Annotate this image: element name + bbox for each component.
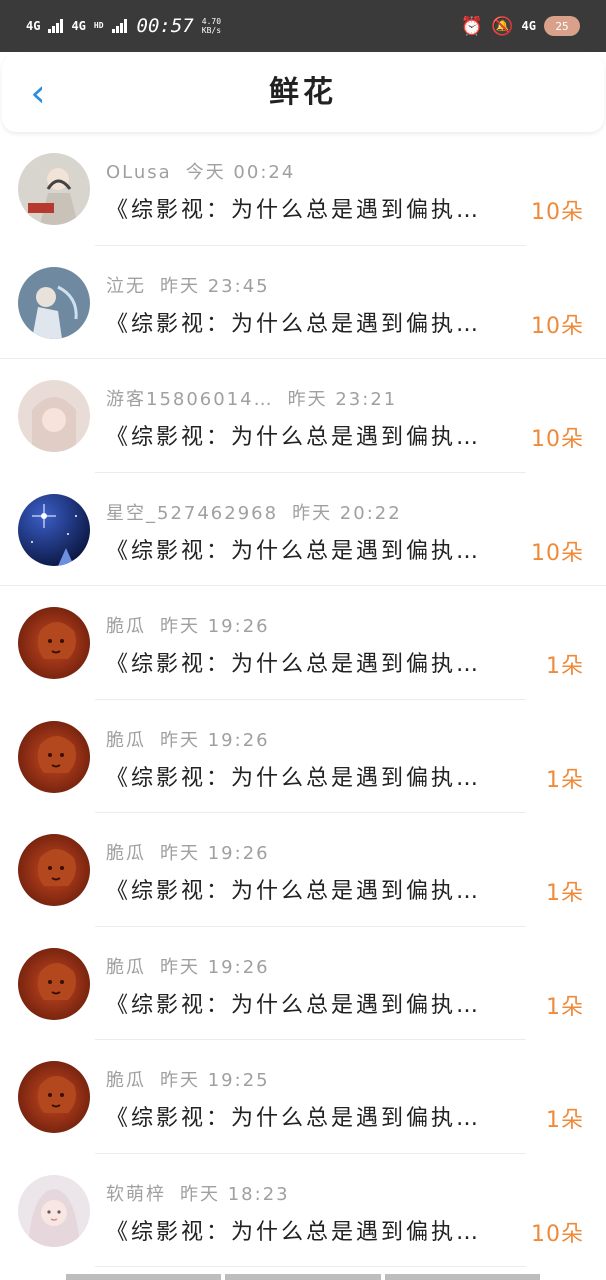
flower-count: 1朵 xyxy=(546,1108,584,1133)
sim1-network-label: 4G xyxy=(26,19,41,33)
flower-count: 10朵 xyxy=(531,427,584,452)
flower-count: 10朵 xyxy=(531,1221,584,1247)
avatar[interactable] xyxy=(18,947,90,1020)
send-time: 昨天 23:45 xyxy=(160,275,270,297)
flower-count: 1朵 xyxy=(546,767,584,793)
signal-strength-icon xyxy=(111,19,127,33)
sender-meta: 软萌梓 昨天 18:23 xyxy=(106,1180,290,1206)
flower-count: 1朵 xyxy=(546,654,584,679)
sender-name: 星空_527462968 xyxy=(106,502,279,524)
avatar[interactable] xyxy=(18,607,90,679)
list-item[interactable]: 脆瓜 昨天 19:26 《综影视：为什么总是遇到偏执… 1朵 xyxy=(0,927,606,1040)
book-title: 《综影视：为什么总是遇到偏执… xyxy=(106,879,482,904)
sender-name: 游客15806014… xyxy=(106,389,274,410)
avatar[interactable] xyxy=(18,1061,90,1133)
send-time: 昨天 19:26 xyxy=(160,616,270,637)
sender-meta: 脆瓜 昨天 19:26 xyxy=(106,612,270,638)
avatar[interactable] xyxy=(18,1174,90,1247)
send-time: 今天 00:24 xyxy=(185,162,296,183)
sender-name: OLusa xyxy=(106,162,172,183)
signal-strength-icon xyxy=(48,19,64,33)
send-time: 昨天 19:26 xyxy=(160,729,270,751)
sender-name: 脆瓜 xyxy=(106,729,146,751)
page-title: 鲜花 xyxy=(269,75,337,110)
send-time: 昨天 20:22 xyxy=(292,502,402,524)
book-title: 《综影视：为什么总是遇到偏执… xyxy=(106,652,482,677)
clock: 00:57 xyxy=(136,15,194,37)
sim2-network-label: 4G xyxy=(71,19,86,33)
book-title: 《综影视：为什么总是遇到偏执… xyxy=(106,1219,482,1245)
avatar[interactable] xyxy=(18,153,90,225)
send-time: 昨天 23:21 xyxy=(287,389,398,410)
list-item[interactable]: 星空_527462968 昨天 20:22 《综影视：为什么总是遇到偏执… 10朵 xyxy=(0,473,606,586)
book-title: 《综影视：为什么总是遇到偏执… xyxy=(106,765,482,791)
list-item[interactable]: 脆瓜 昨天 19:26 《综影视：为什么总是遇到偏执… 1朵 xyxy=(0,700,606,813)
avatar[interactable] xyxy=(18,266,90,339)
flower-count: 10朵 xyxy=(531,200,584,225)
battery-level: 25 xyxy=(555,19,569,33)
avatar[interactable] xyxy=(18,380,90,452)
send-time: 昨天 19:26 xyxy=(160,843,270,864)
sender-meta: 星空_527462968 昨天 20:22 xyxy=(106,499,402,525)
alarm-icon: ⏰ xyxy=(460,15,484,37)
sender-meta: 脆瓜 昨天 19:26 xyxy=(106,953,270,979)
send-time: 昨天 19:25 xyxy=(160,1070,270,1091)
sender-meta: 脆瓜 昨天 19:26 xyxy=(106,839,270,865)
bottom-indicator xyxy=(66,1274,540,1280)
status-bar: 4G 4G HD 00:57 4.70 KB/s ⏰ 🔕 4G 25 xyxy=(0,0,606,52)
list-item[interactable]: 软萌梓 昨天 18:23 《综影视：为什么总是遇到偏执… 10朵 xyxy=(0,1154,606,1267)
sender-name: 泣无 xyxy=(106,275,146,297)
sender-meta: 泣无 昨天 23:45 xyxy=(106,272,270,298)
sender-meta: 脆瓜 昨天 19:26 xyxy=(106,726,270,752)
avatar[interactable] xyxy=(18,493,90,566)
list-item[interactable]: 游客15806014… 昨天 23:21 《综影视：为什么总是遇到偏执… 10朵 xyxy=(0,359,606,473)
mobile-data-label: 4G xyxy=(521,19,536,33)
sender-name: 脆瓜 xyxy=(106,956,146,978)
list-item[interactable]: 脆瓜 昨天 19:25 《综影视：为什么总是遇到偏执… 1朵 xyxy=(0,1040,606,1154)
send-time: 昨天 18:23 xyxy=(180,1183,290,1205)
hd-label: HD xyxy=(93,21,104,30)
sender-name: 脆瓜 xyxy=(106,843,146,864)
avatar[interactable] xyxy=(18,834,90,906)
sender-name: 脆瓜 xyxy=(106,1070,146,1091)
list-item[interactable]: 脆瓜 昨天 19:26 《综影视：为什么总是遇到偏执… 1朵 xyxy=(0,586,606,700)
send-time: 昨天 19:26 xyxy=(160,956,270,978)
flower-count: 10朵 xyxy=(531,540,584,566)
page-header: ‹ 鲜花 xyxy=(2,54,604,132)
list-item[interactable]: OLusa 今天 00:24 《综影视：为什么总是遇到偏执… 10朵 xyxy=(0,132,606,246)
flower-count: 10朵 xyxy=(531,313,584,339)
avatar[interactable] xyxy=(18,720,90,793)
book-title: 《综影视：为什么总是遇到偏执… xyxy=(106,425,482,450)
battery-icon: 25 xyxy=(544,16,580,36)
flower-list: OLusa 今天 00:24 《综影视：为什么总是遇到偏执… 10朵 泣无 昨天 23:4… xyxy=(0,132,606,1267)
sender-name: 脆瓜 xyxy=(106,616,146,637)
book-title: 《综影视：为什么总是遇到偏执… xyxy=(106,538,482,564)
book-title: 《综影视：为什么总是遇到偏执… xyxy=(106,1106,482,1131)
network-speed-unit: KB/s xyxy=(201,26,222,35)
sender-meta: 游客15806014… 昨天 23:21 xyxy=(106,385,397,411)
book-title: 《综影视：为什么总是遇到偏执… xyxy=(106,198,482,223)
network-speed: 4.70 KB/s xyxy=(202,17,221,35)
divider xyxy=(95,1266,526,1267)
book-title: 《综影视：为什么总是遇到偏执… xyxy=(106,992,482,1018)
book-title: 《综影视：为什么总是遇到偏执… xyxy=(106,311,482,337)
flower-count: 1朵 xyxy=(546,881,584,906)
sender-meta: OLusa 今天 00:24 xyxy=(106,158,295,184)
list-item[interactable]: 脆瓜 昨天 19:26 《综影视：为什么总是遇到偏执… 1朵 xyxy=(0,813,606,927)
list-item[interactable]: 泣无 昨天 23:45 《综影视：为什么总是遇到偏执… 10朵 xyxy=(0,246,606,359)
sender-name: 软萌梓 xyxy=(106,1183,166,1205)
network-speed-value: 4.70 xyxy=(201,17,222,26)
sender-meta: 脆瓜 昨天 19:25 xyxy=(106,1066,270,1092)
mute-bell-icon: 🔕 xyxy=(491,15,514,37)
flower-count: 1朵 xyxy=(546,994,584,1020)
